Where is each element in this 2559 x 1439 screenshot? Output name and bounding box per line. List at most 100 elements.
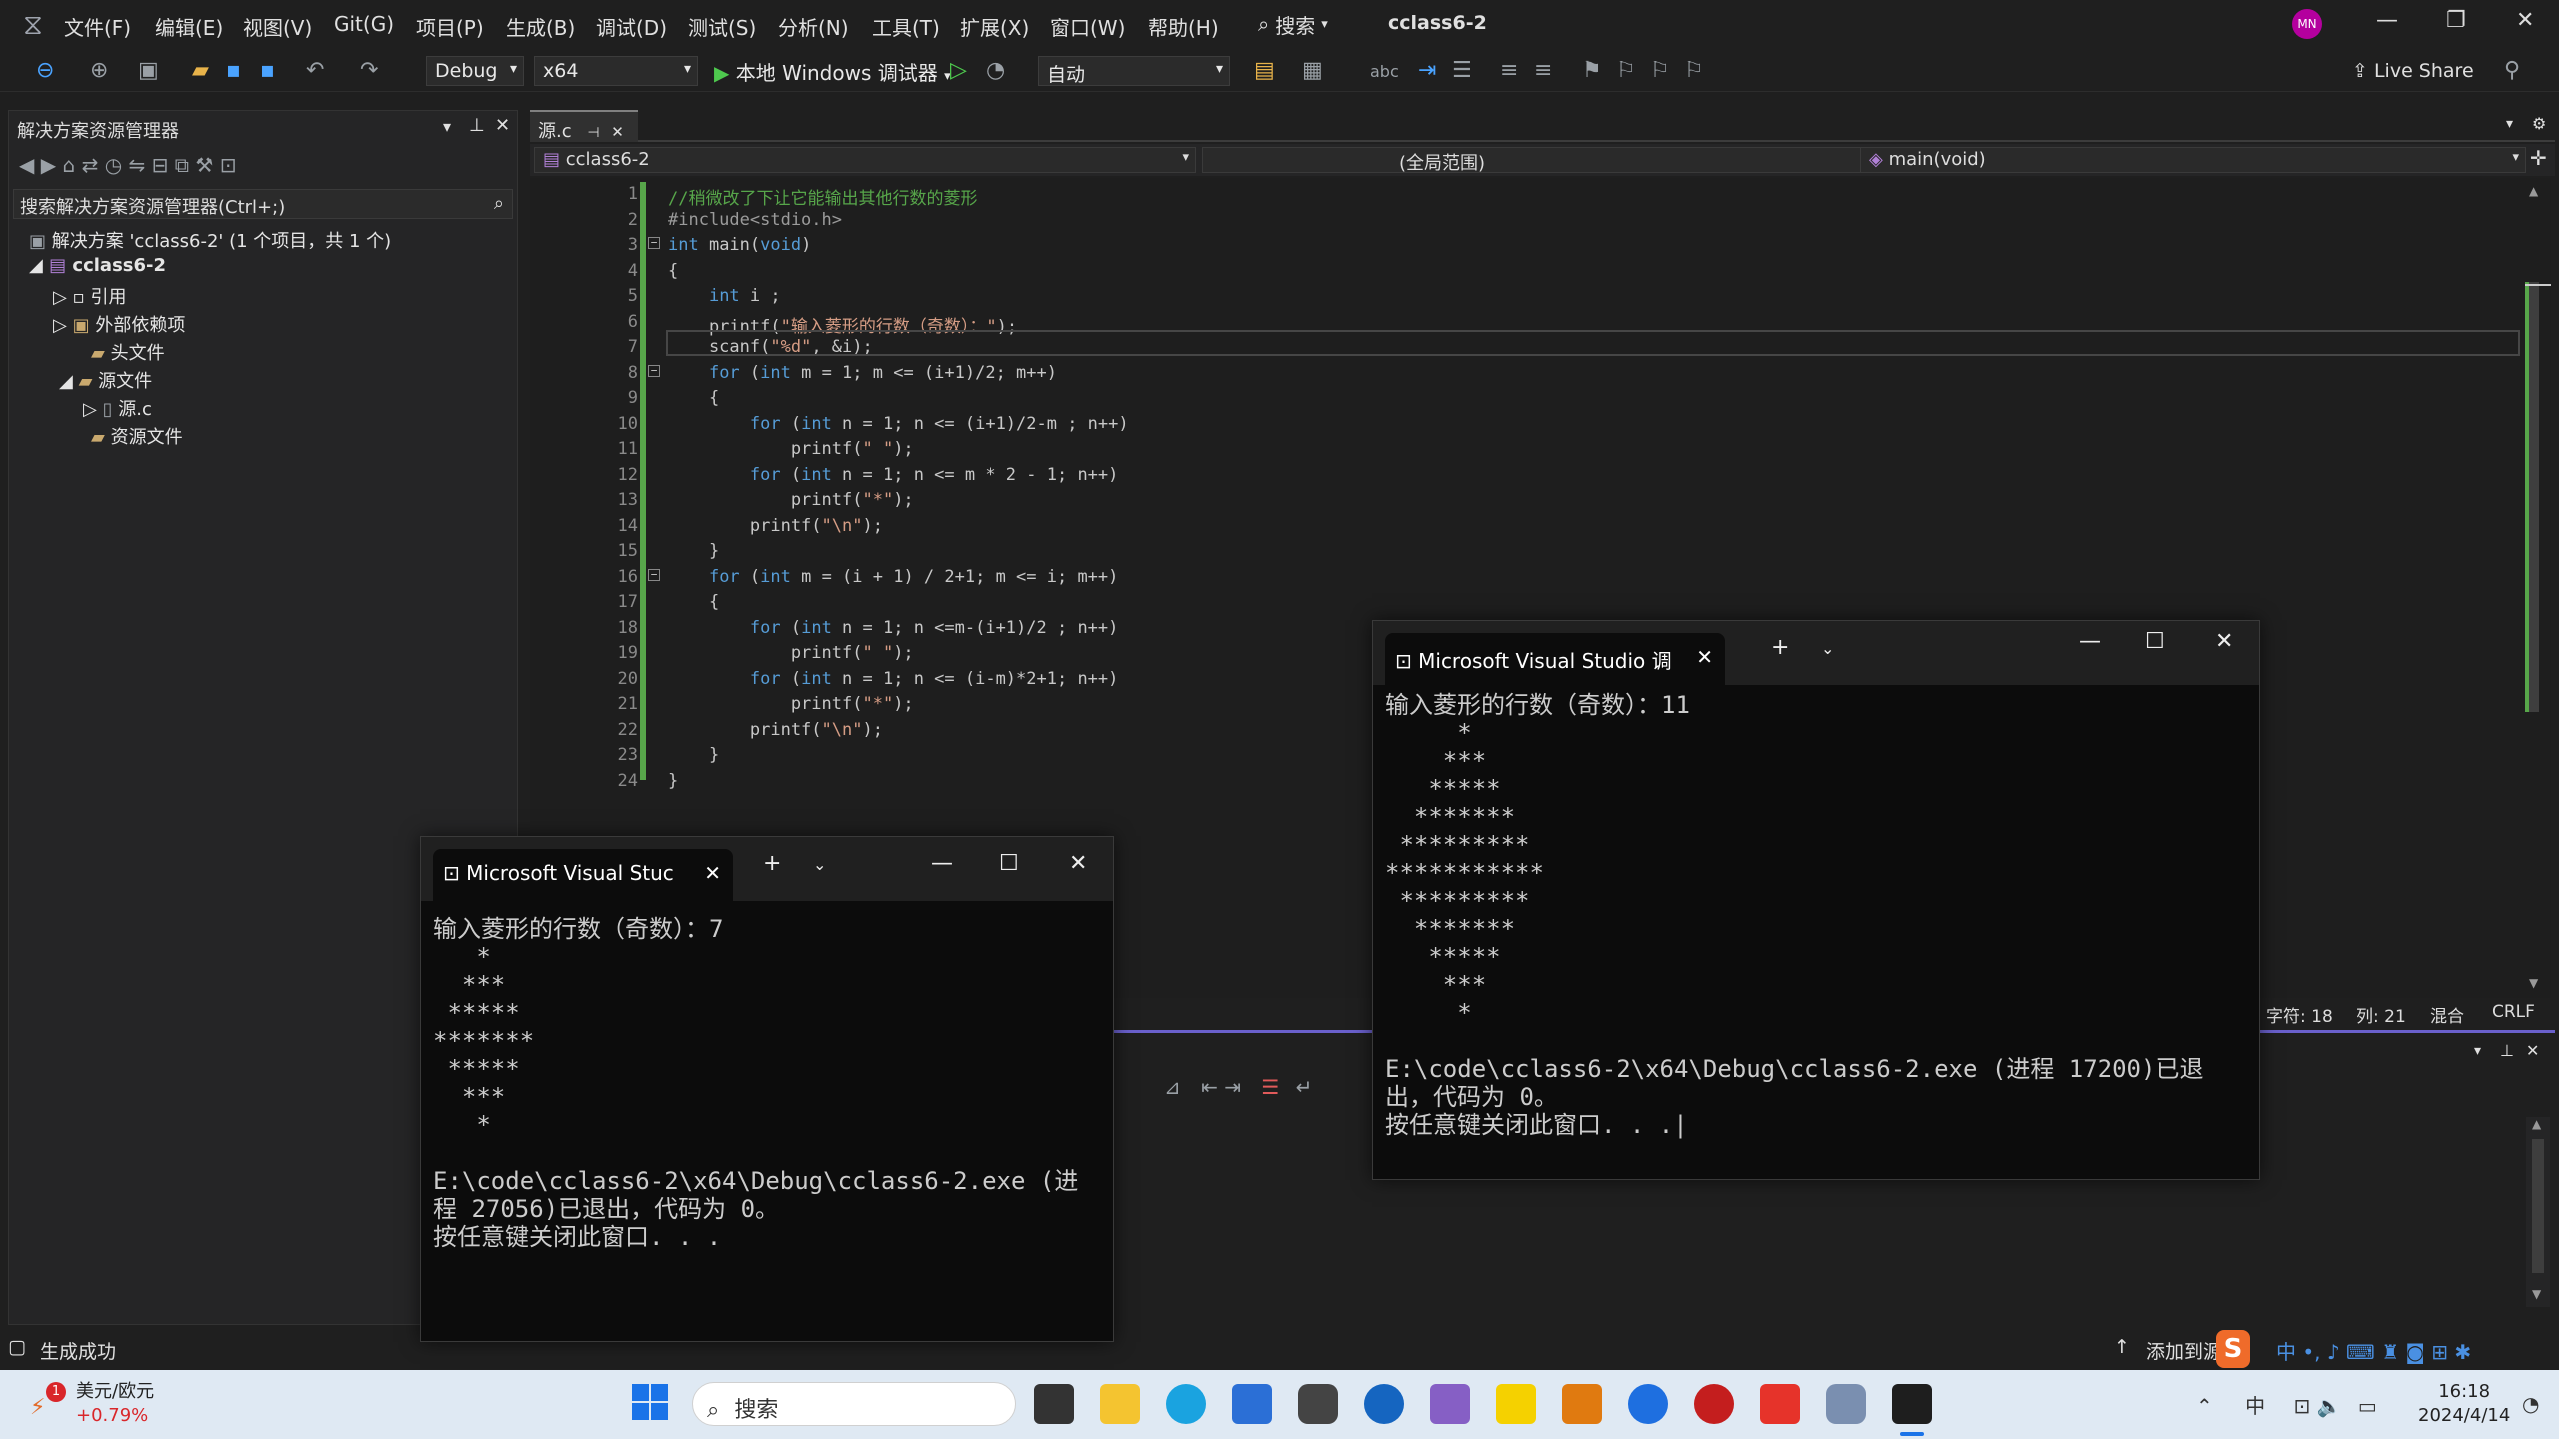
file-explorer-icon[interactable] [1100, 1384, 1140, 1424]
avatar[interactable]: MN [2292, 9, 2322, 39]
menu-file[interactable]: 文件(F) [64, 12, 131, 41]
word-wrap-icon[interactable]: ↵ [1296, 1075, 1313, 1099]
console-tab[interactable]: ⊡ Microsoft Visual Stuc ✕ [433, 849, 733, 901]
restore-icon[interactable]: ❐ [2446, 8, 2466, 33]
maximize-icon[interactable]: ☐ [999, 851, 1019, 876]
project-node[interactable]: ◢ ▤ cclass6-2 [29, 255, 166, 276]
next-message-icon[interactable]: ⇥ [1224, 1075, 1241, 1099]
console-window-1[interactable]: ⊡ Microsoft Visual Stuc ✕ + ⌄ — ☐ ✕ 输入菱形… [420, 836, 1114, 1342]
back-icon[interactable]: ⊖ [36, 58, 54, 83]
collapse-icon[interactable]: ⊟ [152, 153, 169, 177]
clock[interactable]: 16:18 2024/4/14 [2418, 1380, 2510, 1428]
close-tab-icon[interactable]: ✕ [1696, 645, 1713, 669]
code-line[interactable]: printf("*"); [668, 490, 914, 510]
preview-icon[interactable]: ⊡ [220, 153, 237, 177]
console-window-2[interactable]: ⊡ Microsoft Visual Studio 调 ✕ + ⌄ — ☐ ✕ … [1372, 620, 2260, 1180]
unity-icon[interactable] [1298, 1384, 1338, 1424]
close-icon[interactable]: ✕ [1069, 851, 1087, 876]
minimize-icon[interactable]: — [2079, 629, 2101, 654]
code-line[interactable]: for (int m = (i + 1) / 2+1; m <= i; m++) [668, 567, 1118, 587]
output-scrollbar[interactable]: ▲ ▼ [2526, 1117, 2550, 1307]
properties-icon[interactable]: ⚒ [195, 153, 213, 177]
sync-icon[interactable]: ⇋ [129, 153, 146, 177]
code-line[interactable]: for (int n = 1; n <=m-(i+1)/2 ; n++) [668, 618, 1119, 638]
new-tab-icon[interactable]: + [1771, 635, 1789, 660]
maximize-icon[interactable]: ☐ [2145, 629, 2165, 654]
volume-icon[interactable]: 🔈 [2317, 1394, 2342, 1418]
settings-icon[interactable]: ✱ [2454, 1340, 2471, 1364]
folder-icon[interactable]: ▤ [1254, 58, 1275, 83]
spellcheck-icon[interactable]: abc [1370, 62, 1399, 81]
start-button[interactable] [632, 1384, 668, 1420]
next-bookmark-icon[interactable]: ⚐ [1650, 58, 1670, 83]
save-all-icon[interactable]: ▪ [260, 58, 275, 83]
editor-scrollbar[interactable]: ▲ ▼ [2525, 178, 2551, 998]
configuration-select[interactable]: Debug ▾ [426, 56, 524, 86]
ime-indicator-icon[interactable]: 中 [2245, 1394, 2265, 1418]
fold-toggle-icon[interactable]: − [648, 364, 660, 377]
menu-extensions[interactable]: 扩展(X) [960, 12, 1029, 41]
console-output[interactable]: 输入菱形的行数（奇数）：7 * *** ***** ******* ***** … [433, 915, 1078, 1251]
tree-item-source-c[interactable]: ▷ ▯ 源.c [83, 395, 152, 421]
sogou-ime-icon[interactable]: S [2216, 1330, 2250, 1368]
punctuation-icon[interactable]: •, [2302, 1340, 2320, 1364]
wps-icon[interactable] [1760, 1384, 1800, 1424]
search-box[interactable]: ⌕ 搜索 ▾ [1258, 8, 1328, 40]
solution-search-input[interactable]: 搜索解决方案资源管理器(Ctrl+;) ⌕ [13, 189, 513, 219]
menu-project[interactable]: 项目(P) [416, 12, 484, 41]
tab-source-c[interactable]: 源.c ⊣ ✕ [530, 110, 638, 142]
menu-edit[interactable]: 编辑(E) [155, 12, 223, 41]
visual-studio-taskbar-icon[interactable] [1430, 1384, 1470, 1424]
layout-icon[interactable]: ▦ [1302, 58, 1323, 83]
terminal-taskbar-icon[interactable] [1892, 1384, 1932, 1424]
minimize-icon[interactable]: — [931, 851, 953, 876]
code-line[interactable]: printf("\n"); [668, 516, 883, 536]
fold-toggle-icon[interactable]: − [648, 237, 660, 249]
menu-window[interactable]: 窗口(W) [1050, 12, 1125, 41]
keyboard-icon[interactable]: ⌨ [2346, 1340, 2375, 1364]
chevron-down-icon[interactable]: ⌄ [813, 855, 826, 874]
skin-icon[interactable]: ♜ [2381, 1340, 2399, 1364]
prev-bookmark-icon[interactable]: ⚐ [1616, 58, 1636, 83]
toolbox-icon[interactable]: ◙ [2406, 1340, 2425, 1364]
console-output[interactable]: 输入菱形的行数（奇数）：11 * *** ***** ******* *****… [1385, 691, 2203, 1139]
pin-icon[interactable]: ⊥ [2500, 1041, 2514, 1060]
code-line[interactable]: //稍微改了下让它能输出其他行数的菱形 [668, 184, 977, 209]
chevron-down-icon[interactable]: ⌄ [1821, 639, 1834, 658]
menu-analyze[interactable]: 分析(N) [778, 12, 849, 41]
new-project-icon[interactable]: ▣ [138, 58, 159, 83]
notifications-icon[interactable]: ◔ [2522, 1392, 2539, 1416]
store-icon[interactable] [1232, 1384, 1272, 1424]
bookmark-icon[interactable]: ⚑ [1582, 58, 1602, 83]
feedback-icon[interactable]: ⚲ [2504, 58, 2520, 83]
menu-view[interactable]: 视图(V) [243, 12, 312, 41]
start-debugging-button[interactable]: ▶ 本地 Windows 调试器 ▾ [714, 57, 951, 86]
console-tab[interactable]: ⊡ Microsoft Visual Studio 调 ✕ [1385, 633, 1725, 685]
forward-icon[interactable]: ⊕ [90, 58, 108, 83]
edge-icon[interactable] [1166, 1384, 1206, 1424]
tree-item-references[interactable]: ▷ ▫ 引用 [53, 283, 127, 309]
tree-item-source-files[interactable]: ◢ ▰ 源文件 [59, 367, 152, 393]
microphone-icon[interactable]: ♪ [2327, 1340, 2340, 1364]
code-line[interactable]: { [668, 592, 719, 612]
code-line[interactable]: int i ; [668, 286, 781, 306]
task-view-icon[interactable] [1034, 1384, 1074, 1424]
gear-icon[interactable]: ⚙ [2532, 114, 2546, 133]
chevron-down-icon[interactable]: ▾ [2506, 116, 2513, 132]
close-icon[interactable]: ✕ [2526, 1041, 2539, 1060]
nav-project-dropdown[interactable]: ▤ cclass6-2 ▾ [534, 147, 1196, 173]
code-line[interactable]: for (int m = 1; m <= (i+1)/2; m++) [668, 363, 1057, 383]
platform-select[interactable]: x64 ▾ [534, 56, 698, 86]
code-line[interactable]: for (int n = 1; n <= (i-m)*2+1; n++) [668, 669, 1119, 689]
line-ending[interactable]: CRLF [2492, 1002, 2535, 1022]
forward-icon[interactable]: ▶ [41, 153, 56, 177]
message-icon[interactable]: ▢ [8, 1336, 26, 1358]
home-icon[interactable]: ⌂ [63, 153, 76, 177]
feishu-icon[interactable] [1364, 1384, 1404, 1424]
close-icon[interactable]: ✕ [611, 123, 624, 141]
indent-icon[interactable]: ≡ [1500, 58, 1518, 83]
pdf-reader-icon[interactable] [1694, 1384, 1734, 1424]
menu-help[interactable]: 帮助(H) [1148, 12, 1219, 41]
code-line[interactable]: printf(" "); [668, 643, 914, 663]
code-line[interactable]: { [668, 388, 719, 408]
